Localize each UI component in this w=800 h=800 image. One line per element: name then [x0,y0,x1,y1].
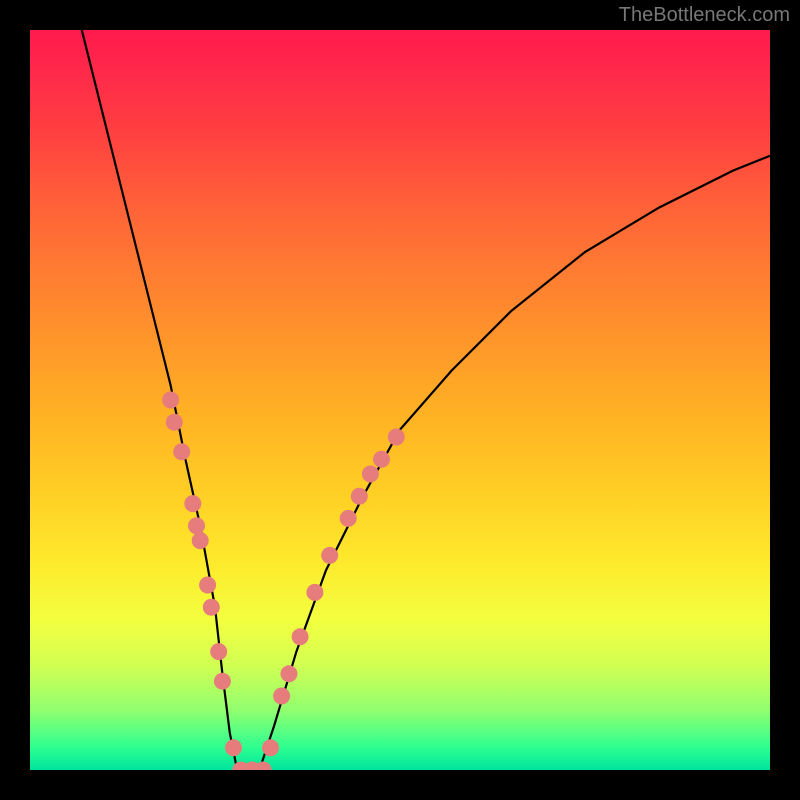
data-marker [351,488,368,505]
data-marker [255,762,272,771]
data-marker [184,495,201,512]
data-marker [292,628,309,645]
data-marker [340,510,357,527]
data-marker [388,429,405,446]
data-marker [173,443,190,460]
data-marker [210,643,227,660]
data-marker [306,584,323,601]
data-marker [281,665,298,682]
bottleneck-curve [82,30,770,770]
data-marker [262,739,279,756]
data-marker [214,673,231,690]
data-marker [166,414,183,431]
data-marker [273,688,290,705]
data-markers [162,392,405,771]
data-marker [373,451,390,468]
data-marker [203,599,220,616]
data-marker [162,392,179,409]
data-marker [192,532,209,549]
data-marker [321,547,338,564]
chart-svg [30,30,770,770]
data-marker [225,739,242,756]
data-marker [362,466,379,483]
data-marker [199,577,216,594]
plot-area [30,30,770,770]
watermark-label: TheBottleneck.com [619,4,790,27]
data-marker [188,517,205,534]
chart-frame: TheBottleneck.com [0,0,800,800]
